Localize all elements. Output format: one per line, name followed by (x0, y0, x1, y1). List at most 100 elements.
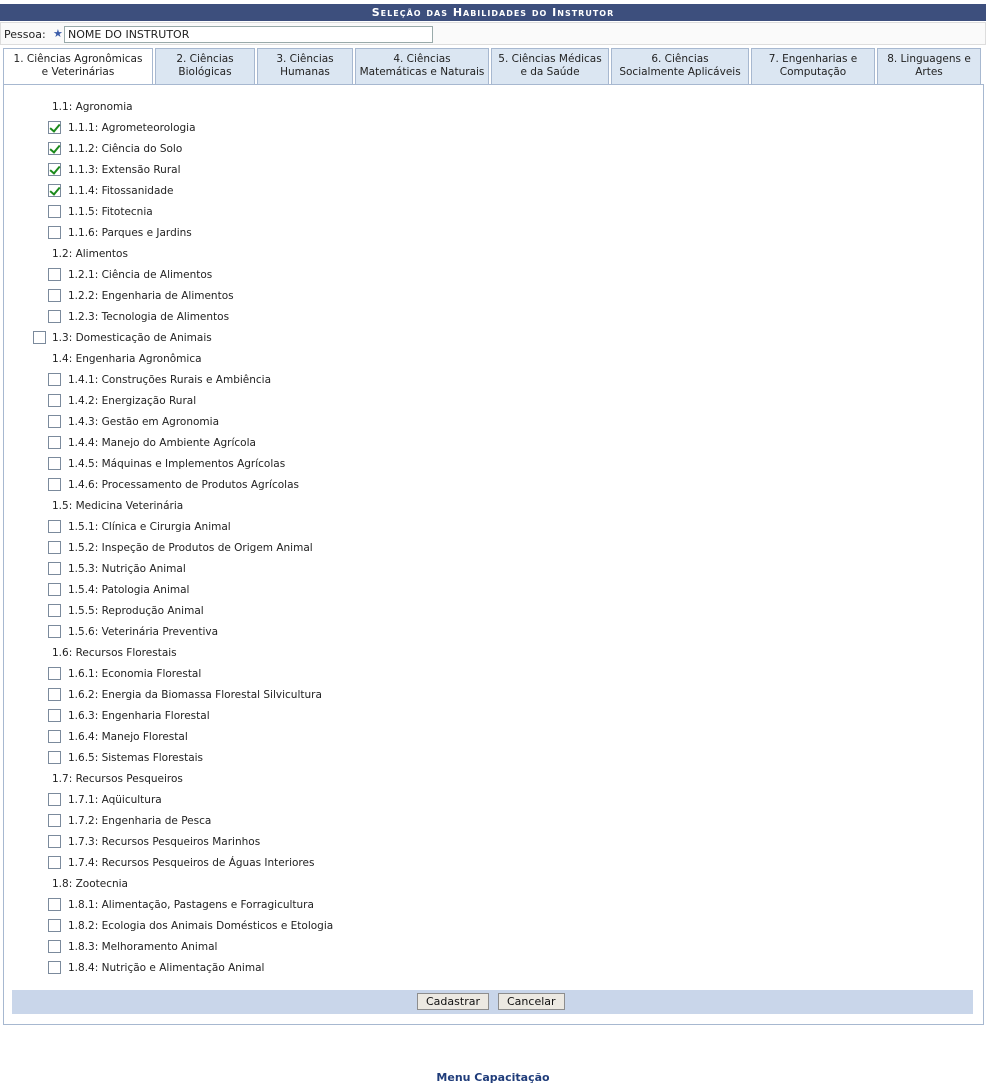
tab-ciencias-agronomicas[interactable]: 1. Ciências Agronômicas e Veterinárias (3, 48, 153, 85)
skill-label: 1.7.1: Aqüicultura (68, 794, 162, 806)
skill-item: 1.4.4: Manejo do Ambiente Agrícola (4, 433, 983, 454)
tab-label-line2: Matemáticas e Naturais (359, 66, 485, 78)
pessoa-row: Pessoa: ★ (0, 22, 986, 45)
pessoa-label: Pessoa: (4, 28, 46, 41)
tab-ciencias-medicas[interactable]: 5. Ciências Médicas e da Saúde (491, 48, 609, 84)
skill-item: 1.7.4: Recursos Pesqueiros de Águas Inte… (4, 853, 983, 874)
skill-item: 1.4.1: Construções Rurais e Ambiência (4, 370, 983, 391)
skill-label: 1.6.3: Engenharia Florestal (68, 710, 210, 722)
skill-checkbox[interactable] (48, 478, 61, 491)
skill-checkbox[interactable] (48, 751, 61, 764)
skill-item: 1.1.6: Parques e Jardins (4, 223, 983, 244)
skill-label: 1.7.4: Recursos Pesqueiros de Águas Inte… (68, 857, 315, 869)
skill-item: 1.4.6: Processamento de Produtos Agrícol… (4, 475, 983, 496)
group-checkbox[interactable] (33, 331, 46, 344)
tab-ciencias-humanas[interactable]: 3. Ciências Humanas (257, 48, 353, 84)
skill-checkbox[interactable] (48, 919, 61, 932)
skill-checkbox[interactable] (48, 457, 61, 470)
tab-label-line1: 5. Ciências Médicas (498, 53, 602, 65)
skill-checkbox[interactable] (48, 940, 61, 953)
skill-checkbox[interactable] (48, 898, 61, 911)
skill-checkbox[interactable] (48, 520, 61, 533)
group-label: 1.3: Domesticação de Animais (52, 332, 212, 344)
skill-checkbox[interactable] (48, 562, 61, 575)
skill-checkbox[interactable] (48, 583, 61, 596)
skill-item: 1.4.3: Gestão em Agronomia (4, 412, 983, 433)
skill-checkbox[interactable] (48, 604, 61, 617)
pessoa-input[interactable] (64, 26, 433, 43)
skill-checkbox[interactable] (48, 226, 61, 239)
skill-label: 1.1.2: Ciência do Solo (68, 143, 183, 155)
skill-checkbox[interactable] (48, 289, 61, 302)
tab-linguagens[interactable]: 8. Linguagens e Artes (877, 48, 981, 84)
skill-item: 1.5.6: Veterinária Preventiva (4, 622, 983, 643)
skill-item: 1.1.1: Agrometeorologia (4, 118, 983, 139)
skill-item: 1.8.4: Nutrição e Alimentação Animal (4, 958, 983, 979)
skill-group: 1.1: Agronomia (4, 97, 983, 118)
skill-label: 1.8.3: Melhoramento Animal (68, 941, 218, 953)
group-label: 1.1: Agronomia (52, 101, 133, 113)
skill-label: 1.2.3: Tecnologia de Alimentos (68, 311, 230, 323)
tab-label-line2: e da Saúde (520, 66, 580, 78)
skill-item: 1.5.2: Inspeção de Produtos de Origem An… (4, 538, 983, 559)
skill-label: 1.5.4: Patologia Animal (68, 584, 190, 596)
skill-label: 1.1.3: Extensão Rural (68, 164, 181, 176)
group-label: 1.8: Zootecnia (52, 878, 128, 890)
skill-item: 1.7.3: Recursos Pesqueiros Marinhos (4, 832, 983, 853)
skill-checkbox[interactable] (48, 415, 61, 428)
cancelar-button[interactable]: Cancelar (498, 993, 565, 1010)
tab-ciencias-matematicas[interactable]: 4. Ciências Matemáticas e Naturais (355, 48, 489, 84)
skill-checkbox[interactable] (48, 184, 61, 197)
skill-label: 1.4.1: Construções Rurais e Ambiência (68, 374, 272, 386)
tab-label-line1: 8. Linguagens e (887, 53, 971, 65)
skill-item: 1.6.2: Energia da Biomassa Florestal Sil… (4, 685, 983, 706)
skill-checkbox[interactable] (48, 121, 61, 134)
skill-checkbox[interactable] (48, 730, 61, 743)
skill-checkbox[interactable] (48, 373, 61, 386)
tab-engenharias[interactable]: 7. Engenharias e Computação (751, 48, 875, 84)
skill-label: 1.8.2: Ecologia dos Animais Domésticos e… (68, 920, 334, 932)
required-star-icon: ★ (53, 27, 63, 40)
skill-checkbox[interactable] (48, 310, 61, 323)
skill-checkbox[interactable] (48, 835, 61, 848)
skill-checkbox[interactable] (48, 163, 61, 176)
form-footer (12, 990, 973, 1014)
skill-label: 1.5.2: Inspeção de Produtos de Origem An… (68, 542, 313, 554)
group-label: 1.4: Engenharia Agronômica (52, 353, 202, 365)
tab-ciencias-sociais[interactable]: 6. Ciências Socialmente Aplicáveis (611, 48, 749, 84)
skill-checkbox[interactable] (48, 394, 61, 407)
skill-checkbox[interactable] (48, 142, 61, 155)
tab-label-line2: Humanas (280, 66, 330, 78)
skill-item: 1.1.2: Ciência do Solo (4, 139, 983, 160)
skill-label: 1.7.2: Engenharia de Pesca (68, 815, 212, 827)
skill-checkbox[interactable] (48, 856, 61, 869)
skill-checkbox[interactable] (48, 793, 61, 806)
skill-checkbox[interactable] (48, 205, 61, 218)
skill-item: 1.7.1: Aqüicultura (4, 790, 983, 811)
menu-capacitacao-link[interactable]: Menu Capacitação (0, 1071, 986, 1084)
skill-checkbox[interactable] (48, 541, 61, 554)
skill-checkbox[interactable] (48, 268, 61, 281)
skill-checkbox[interactable] (48, 667, 61, 680)
tab-ciencias-biologicas[interactable]: 2. Ciências Biológicas (155, 48, 255, 84)
tab-label-line1: 6. Ciências (651, 53, 709, 65)
skill-checkbox[interactable] (48, 814, 61, 827)
skill-item: 1.6.4: Manejo Florestal (4, 727, 983, 748)
skill-checkbox[interactable] (48, 709, 61, 722)
skill-item: 1.4.5: Máquinas e Implementos Agrícolas (4, 454, 983, 475)
skill-item: 1.6.1: Economia Florestal (4, 664, 983, 685)
skill-checkbox[interactable] (48, 436, 61, 449)
skill-item: 1.8.1: Alimentação, Pastagens e Forragic… (4, 895, 983, 916)
skill-checkbox[interactable] (48, 961, 61, 974)
skill-label: 1.1.1: Agrometeorologia (68, 122, 196, 134)
skill-item: 1.4.2: Energização Rural (4, 391, 983, 412)
cadastrar-button[interactable]: Cadastrar (417, 993, 489, 1010)
skill-checkbox[interactable] (48, 688, 61, 701)
group-label: 1.2: Alimentos (52, 248, 128, 260)
skill-label: 1.5.1: Clínica e Cirurgia Animal (68, 521, 231, 533)
skill-label: 1.1.6: Parques e Jardins (68, 227, 192, 239)
skill-label: 1.6.1: Economia Florestal (68, 668, 202, 680)
skill-checkbox[interactable] (48, 625, 61, 638)
tab-label-line2: Socialmente Aplicáveis (619, 66, 741, 78)
skill-label: 1.5.3: Nutrição Animal (68, 563, 186, 575)
